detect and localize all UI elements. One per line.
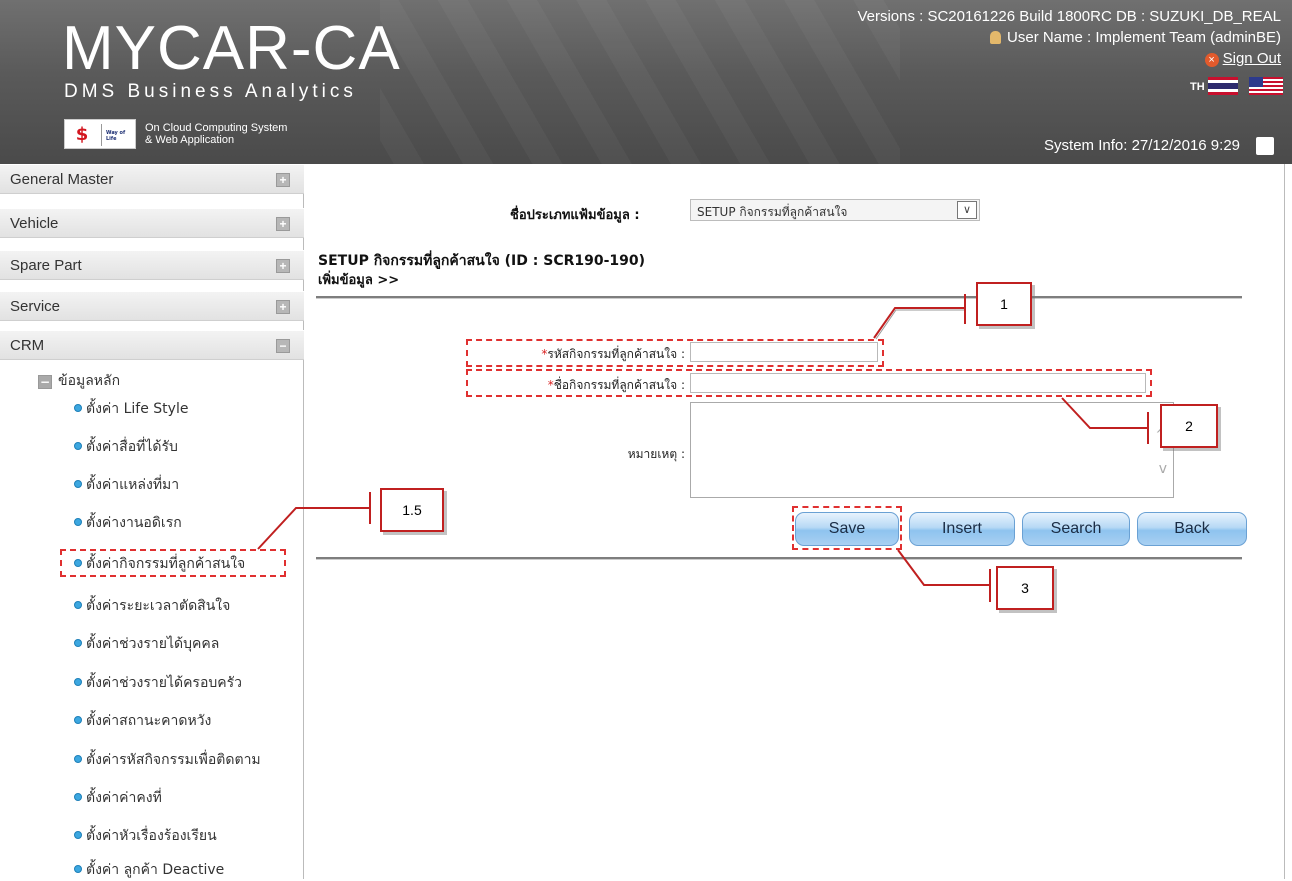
leader-line-2 bbox=[1061, 397, 1148, 429]
leader-line-1 bbox=[873, 307, 965, 339]
callout-1-5: 1.5 bbox=[380, 488, 444, 532]
annotation-leader-lines bbox=[257, 294, 1149, 602]
callout-2: 2 bbox=[1160, 404, 1218, 448]
leader-line-15 bbox=[257, 507, 370, 550]
callout-3: 3 bbox=[996, 566, 1054, 610]
leader-line-3 bbox=[897, 549, 990, 586]
callout-1: 1 bbox=[976, 282, 1032, 326]
